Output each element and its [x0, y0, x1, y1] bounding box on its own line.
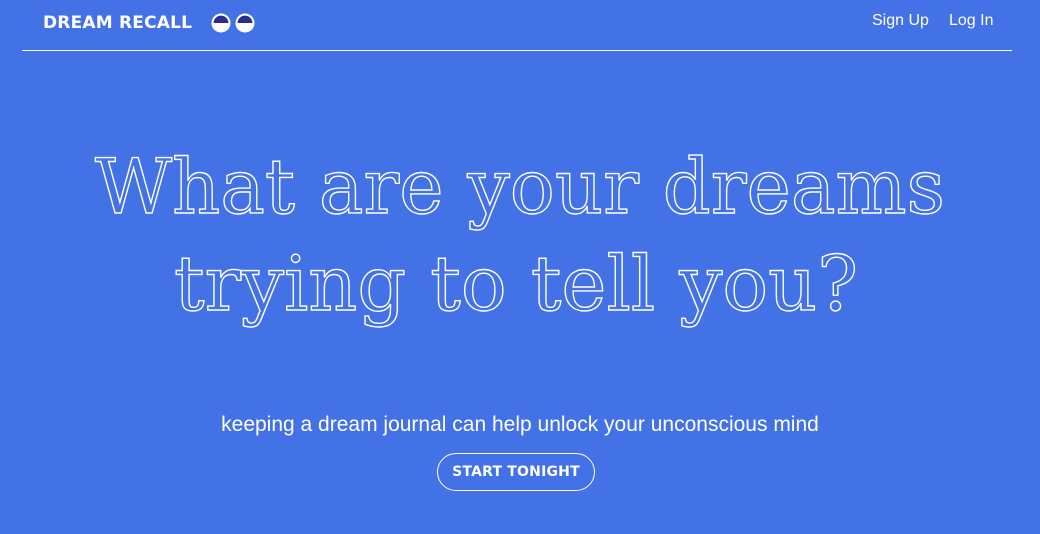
sign-up-link[interactable]: Sign Up [872, 11, 929, 31]
hero-headline: What are your dreams trying to tell you? [94, 141, 945, 328]
eyes-icon [211, 13, 255, 33]
landing-page: DREAM RECALL Sign Up Log In What are you… [0, 0, 1040, 534]
start-tonight-button[interactable]: START TONIGHT [437, 453, 595, 491]
headline-line-2: trying to tell you? [174, 239, 858, 328]
headline-line-1: What are your dreams [95, 142, 945, 231]
log-in-link[interactable]: Log In [949, 11, 993, 31]
brand-name[interactable]: DREAM RECALL [43, 12, 192, 34]
hero-tagline: keeping a dream journal can help unlock … [221, 413, 819, 436]
top-navbar: DREAM RECALL Sign Up Log In [22, 0, 1012, 51]
